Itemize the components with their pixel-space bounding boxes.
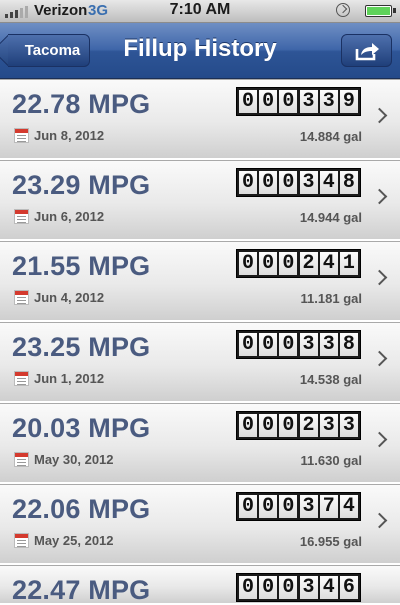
odometer-digit: 0 (239, 90, 257, 113)
odometer-digit: 0 (239, 171, 257, 194)
odometer-digit: 0 (279, 252, 298, 275)
odometer-display: 000348 (236, 168, 361, 197)
odometer-digit: 3 (299, 171, 318, 194)
fillup-row[interactable]: 22.47 MPG 0 0 0 3 4 6 (0, 565, 400, 605)
fillup-date: Jun 4, 2012 (34, 290, 105, 305)
odometer-digit: 6 (339, 576, 358, 599)
fillup-list: 22.78 MPG Jun 8, 2012 0 0 0 3 3 9 14.884 gal 23.2… (0, 79, 400, 605)
fillup-row[interactable]: 23.25 MPG Jun 1, 2012 0 0 0 3 3 8 14.538 gal (0, 322, 400, 403)
odometer-digit: 7 (319, 495, 338, 518)
odometer-digit: 0 (239, 252, 257, 275)
odometer-digit: 3 (299, 90, 318, 113)
fillup-row[interactable]: 20.03 MPG May 30, 2012 0 0 0 2 3 3 11.630 gal (0, 403, 400, 484)
odometer-digit: 0 (279, 171, 298, 194)
odometer-digit: 4 (339, 495, 358, 518)
odometer-digit: 0 (279, 333, 298, 356)
share-icon (355, 43, 379, 61)
odometer-digit: 3 (319, 414, 338, 437)
share-button[interactable] (341, 34, 392, 67)
odometer-display: 000346 (236, 573, 361, 602)
odometer-digit: 9 (339, 90, 358, 113)
chevron-right-icon (371, 431, 388, 448)
odometer-digit: 0 (279, 90, 298, 113)
fillup-date: Jun 1, 2012 (34, 371, 105, 386)
chevron-right-icon (371, 350, 388, 367)
odometer-digit: 0 (279, 576, 298, 599)
odometer-digit: 0 (239, 333, 257, 356)
odometer-digit: 0 (259, 414, 278, 437)
odometer-digit: 3 (319, 333, 338, 356)
calendar-icon (14, 533, 29, 548)
odometer-digit: 0 (239, 414, 257, 437)
mpg-value: 22.47 MPG (12, 575, 151, 605)
gallons-value: 14.884 gal (299, 129, 362, 144)
odometer-display: 000241 (236, 249, 361, 278)
mpg-value: 22.06 MPG (12, 494, 151, 524)
mpg-value: 22.78 MPG (12, 89, 151, 119)
odometer-digit: 3 (339, 414, 358, 437)
fillup-date: Jun 8, 2012 (34, 128, 105, 143)
chevron-right-icon (371, 107, 388, 124)
odometer-display: 000374 (236, 492, 361, 521)
odometer-digit: 0 (239, 495, 257, 518)
odometer-digit: 1 (339, 252, 358, 275)
status-bar: Verizon 3G 7:10 AM (0, 0, 400, 23)
back-button[interactable]: Tacoma (8, 34, 90, 67)
odometer-digit: 0 (259, 576, 278, 599)
odometer-display: 000233 (236, 411, 361, 440)
odometer-digit: 0 (259, 333, 278, 356)
odometer-digit: 8 (339, 333, 358, 356)
odometer-digit: 0 (239, 576, 257, 599)
mpg-value: 21.55 MPG (12, 251, 151, 281)
rotation-lock-icon (336, 3, 350, 17)
gallons-value: 16.955 gal (299, 534, 362, 549)
fillup-row[interactable]: 22.06 MPG May 25, 2012 0 0 0 3 7 4 16.955 gal (0, 484, 400, 565)
odometer-digit: 0 (279, 414, 298, 437)
odometer-digit: 8 (339, 171, 358, 194)
fillup-row[interactable]: 23.29 MPG Jun 6, 2012 0 0 0 3 4 8 14.944 gal (0, 160, 400, 241)
calendar-icon (14, 290, 29, 305)
gallons-value: 14.944 gal (299, 210, 362, 225)
odometer-digit: 0 (259, 252, 278, 275)
calendar-icon (14, 452, 29, 467)
calendar-icon (14, 128, 29, 143)
chevron-right-icon (371, 269, 388, 286)
mpg-value: 23.29 MPG (12, 170, 151, 200)
odometer-digit: 3 (299, 333, 318, 356)
odometer-digit: 4 (319, 252, 338, 275)
odometer-display: 000338 (236, 330, 361, 359)
fillup-row[interactable]: 21.55 MPG Jun 4, 2012 0 0 0 2 4 1 11.181 gal (0, 241, 400, 322)
odometer-digit: 2 (299, 252, 318, 275)
odometer-digit: 3 (299, 495, 318, 518)
calendar-icon (14, 371, 29, 386)
odometer-digit: 3 (299, 576, 318, 599)
fillup-date: May 30, 2012 (34, 452, 114, 467)
chevron-right-icon (371, 512, 388, 529)
mpg-value: 20.03 MPG (12, 413, 151, 443)
gallons-value: 11.181 gal (300, 291, 362, 306)
gallons-value: 11.630 gal (300, 453, 362, 468)
fillup-row[interactable]: 22.78 MPG Jun 8, 2012 0 0 0 3 3 9 14.884 gal (0, 79, 400, 160)
odometer-digit: 0 (259, 90, 278, 113)
odometer-digit: 0 (259, 495, 278, 518)
odometer-digit: 0 (279, 495, 298, 518)
fillup-date: Jun 6, 2012 (34, 209, 105, 224)
mpg-value: 23.25 MPG (12, 332, 151, 362)
odometer-digit: 4 (319, 171, 338, 194)
odometer-digit: 0 (259, 171, 278, 194)
calendar-icon (14, 209, 29, 224)
gallons-value: 14.538 gal (299, 372, 362, 387)
fillup-date: May 25, 2012 (34, 533, 114, 548)
odometer-digit: 3 (319, 90, 338, 113)
chevron-right-icon (371, 188, 388, 205)
odometer-digit: 2 (299, 414, 318, 437)
battery-icon (365, 5, 396, 17)
odometer-digit: 4 (319, 576, 338, 599)
navigation-bar: Tacoma Fillup History (0, 23, 400, 79)
odometer-display: 000339 (236, 87, 361, 116)
